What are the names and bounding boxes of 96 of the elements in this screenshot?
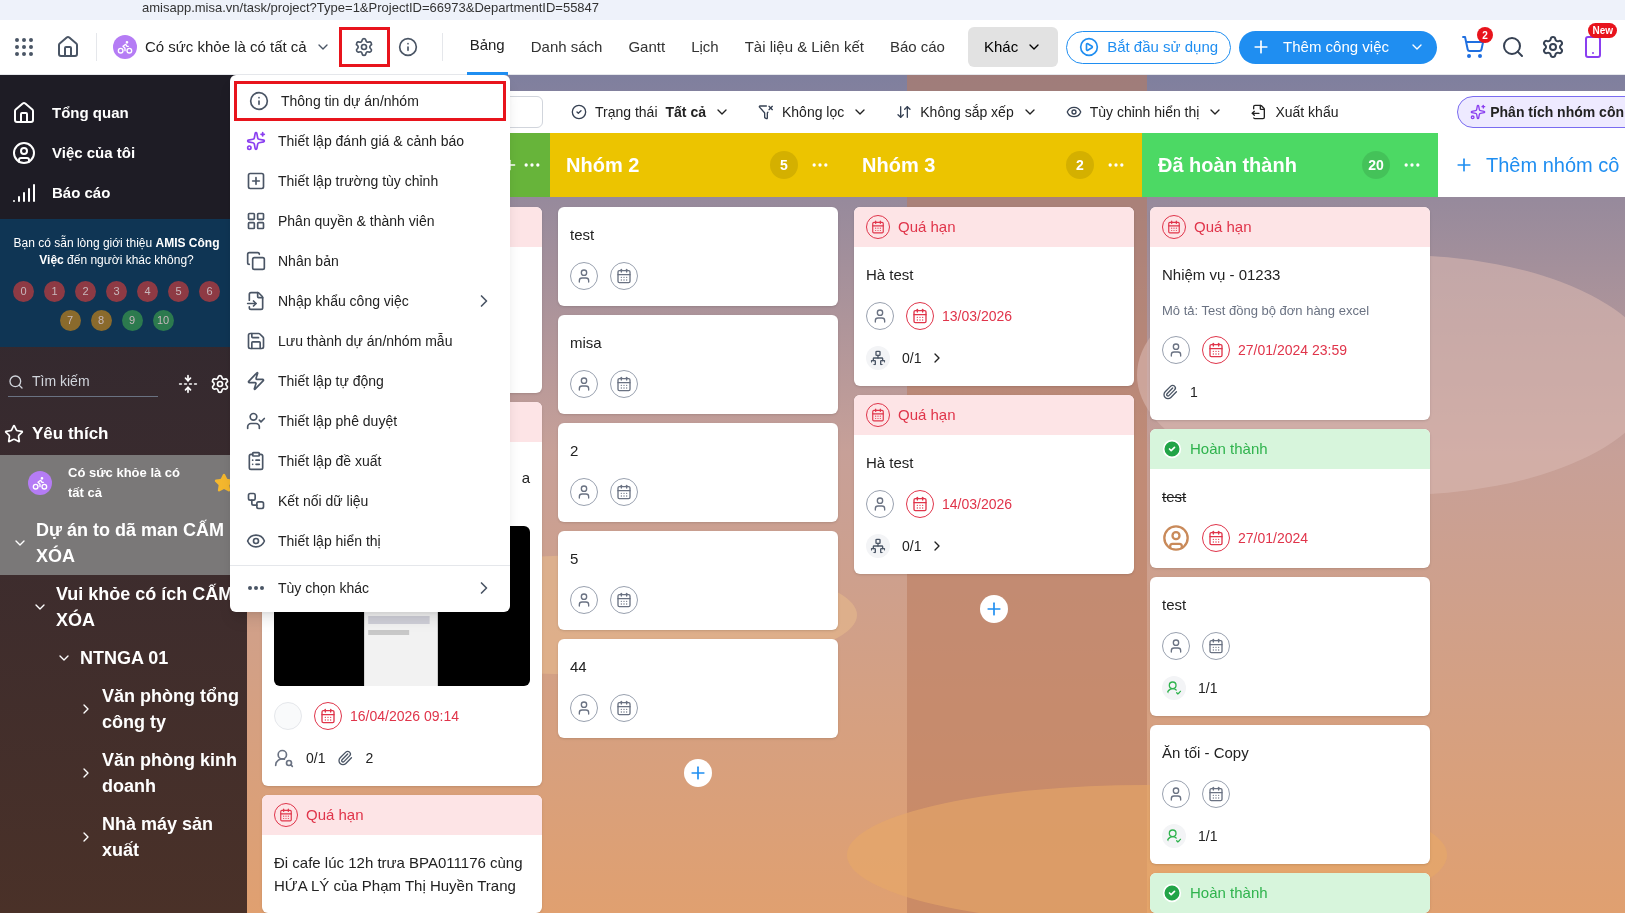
filter-dropdown[interactable]: Không sắp xếp [896, 101, 1038, 123]
export-button[interactable]: Xuất khẩu [1251, 101, 1339, 123]
task-title: misa [570, 333, 603, 353]
filter-label: Trạng thái [595, 102, 658, 122]
status-label: Quá hạn [898, 216, 956, 237]
tree-label: Nhà máy sản xuất [102, 812, 215, 862]
task-card[interactable]: test [558, 207, 838, 306]
task-title: test [570, 225, 596, 245]
subtask-count: 0/1 [902, 348, 922, 368]
new-badge: New [1588, 23, 1617, 38]
score-option[interactable]: 1 [44, 281, 65, 302]
tree-item[interactable]: Văn phòng kinh doanh [0, 740, 247, 805]
due-date: 13/03/2026 [942, 306, 1013, 326]
column-title: Đã hoàn thành [1158, 153, 1298, 178]
section-title: Yêu thích [32, 423, 109, 445]
task-title: test [1162, 487, 1188, 507]
filter-label: Không sắp xếp [920, 102, 1014, 122]
due-date: 27/01/2024 [1238, 528, 1309, 548]
due-date: 16/04/2026 09:14 [350, 706, 459, 726]
due-date: 27/01/2024 23:59 [1238, 340, 1347, 360]
tree-label: Văn phòng tổng công ty [102, 684, 239, 734]
task-card[interactable]: Hoàn thành test 27/01/2024 [1150, 429, 1430, 568]
view-tab[interactable]: Báo cáo [886, 19, 948, 75]
task-title: Hà test [866, 265, 915, 285]
tree-label: NTNGA 01 [80, 646, 169, 670]
score-option[interactable]: 6 [199, 281, 220, 302]
project-selector[interactable]: Có sức khỏe là có tất cả [112, 35, 331, 59]
task-card[interactable]: 5 [558, 531, 838, 630]
menu-item[interactable]: Thông tin dự án/nhóm [234, 81, 506, 121]
status-label: Hoàn thành [1190, 882, 1268, 903]
score-option[interactable]: 5 [168, 281, 189, 302]
task-card[interactable]: 44 [558, 639, 838, 738]
approval-count: 1/1 [1198, 826, 1218, 846]
status-label: Quá hạn [1194, 216, 1252, 237]
task-title: 2 [570, 441, 580, 461]
score-option[interactable]: 3 [106, 281, 127, 302]
filter-dropdown[interactable]: Tùy chỉnh hiển thị [1065, 101, 1224, 123]
favorite-label: Có sức khỏe là có tất cả [68, 463, 181, 502]
tree-label: Dự án to dã man CẤM XÓA [36, 518, 226, 568]
task-card[interactable]: test 1/1 [1150, 577, 1430, 716]
tree-item[interactable]: NTNGA 01 [0, 638, 247, 677]
count-badge: 5 [770, 151, 798, 179]
column-title: Nhóm 3 [862, 153, 937, 178]
due-date: 14/03/2026 [942, 494, 1013, 514]
task-card[interactable]: Quá hạn Hà test 14/03/2026 0/1 [854, 395, 1134, 574]
score-option[interactable]: 2 [75, 281, 96, 302]
task-card[interactable]: misa [558, 315, 838, 414]
subtask-count: 0/1 [902, 536, 922, 556]
menu-item[interactable]: Lưu thành dự án/nhóm mẫu [234, 321, 506, 361]
score-option[interactable]: 0 [13, 281, 34, 302]
task-description: Mô tả: Test đồng bộ đơn hàng excel [1162, 302, 1371, 320]
attachment-count: 1 [1190, 382, 1198, 402]
attachment-count: 2 [365, 748, 374, 768]
menu-item[interactable]: Thiết lập tự động [234, 361, 506, 401]
task-title: Hà test [866, 453, 915, 473]
task-title: Đi cafe lúc 12h trưa BPA011176 cùng HỨA LÝ của Phạm Thị Huyền Trang [274, 853, 524, 896]
menu-item[interactable]: Thiết lập phê duyệt [234, 401, 506, 441]
analyze-button[interactable]: Phân tích nhóm côn [1457, 96, 1625, 128]
task-card[interactable]: Quá hạn Đi cafe lúc 12h trưa BPA011176 cùng HỨA LÝ của Phạm Thị Huyền Trang [262, 795, 542, 913]
menu-item[interactable]: Nhân bản [234, 241, 506, 281]
notification-badge: 2 [1477, 27, 1493, 43]
task-title: a [521, 468, 530, 488]
approval-count: 1/1 [1198, 678, 1218, 698]
view-tab[interactable]: Gantt [625, 19, 669, 75]
tree-label: Văn phòng kinh doanh [102, 748, 238, 798]
status-label: Quá hạn [306, 804, 364, 825]
task-card[interactable]: Quá hạn Nhiệm vụ - 01233 Mô tả: Test đồng bộ đơn hàng excel 27/01/2024 23:59 1 [1150, 207, 1430, 420]
filter-label: Không lọc [782, 102, 845, 122]
tree-item[interactable]: Nhà máy sản xuất [0, 804, 247, 869]
count-badge: 20 [1362, 151, 1390, 179]
score-option[interactable]: 4 [137, 281, 158, 302]
task-card[interactable]: Ăn tối - Copy 1/1 [1150, 725, 1430, 864]
filter-dropdown[interactable]: Không lọc [758, 101, 869, 123]
menu-item[interactable]: Nhập khẩu công việc [234, 281, 506, 321]
task-title: Ăn tối - Copy [1162, 743, 1250, 763]
tree-item[interactable]: Văn phòng tổng công ty [0, 676, 247, 741]
filter-dropdown[interactable]: Trạng thái Tất cả [571, 101, 730, 123]
count-badge: 2 [1066, 151, 1094, 179]
view-tab[interactable]: Tài liệu & Liên kết [741, 19, 867, 75]
filter-value: Tất cả [665, 102, 706, 122]
task-title: 44 [570, 657, 588, 677]
task-title: test [1162, 595, 1188, 615]
task-title: Nhiệm vụ - 01233 [1162, 265, 1282, 285]
search-field[interactable]: Tìm kiếm [32, 371, 142, 392]
status-label: Hoàn thành [1190, 438, 1268, 459]
task-title: 5 [570, 549, 580, 569]
task-card[interactable]: 2 [558, 423, 838, 522]
view-tab[interactable]: Danh sách [527, 19, 606, 75]
task-card[interactable]: Quá hạn Hà test 13/03/2026 0/1 [854, 207, 1134, 386]
approval-count: 0/1 [306, 748, 326, 768]
survey-text: Bạn có sẵn lòng giới thiệu AMIS Công Việc đến người khác không? [12, 235, 221, 269]
more-tab[interactable]: Khác [967, 27, 1059, 67]
filter-label: Tùy chỉnh hiển thị [1089, 102, 1200, 122]
status-label: Quá hạn [898, 404, 956, 425]
view-tab[interactable]: Lịch [688, 19, 722, 75]
column-title: Nhóm 2 [566, 153, 641, 178]
